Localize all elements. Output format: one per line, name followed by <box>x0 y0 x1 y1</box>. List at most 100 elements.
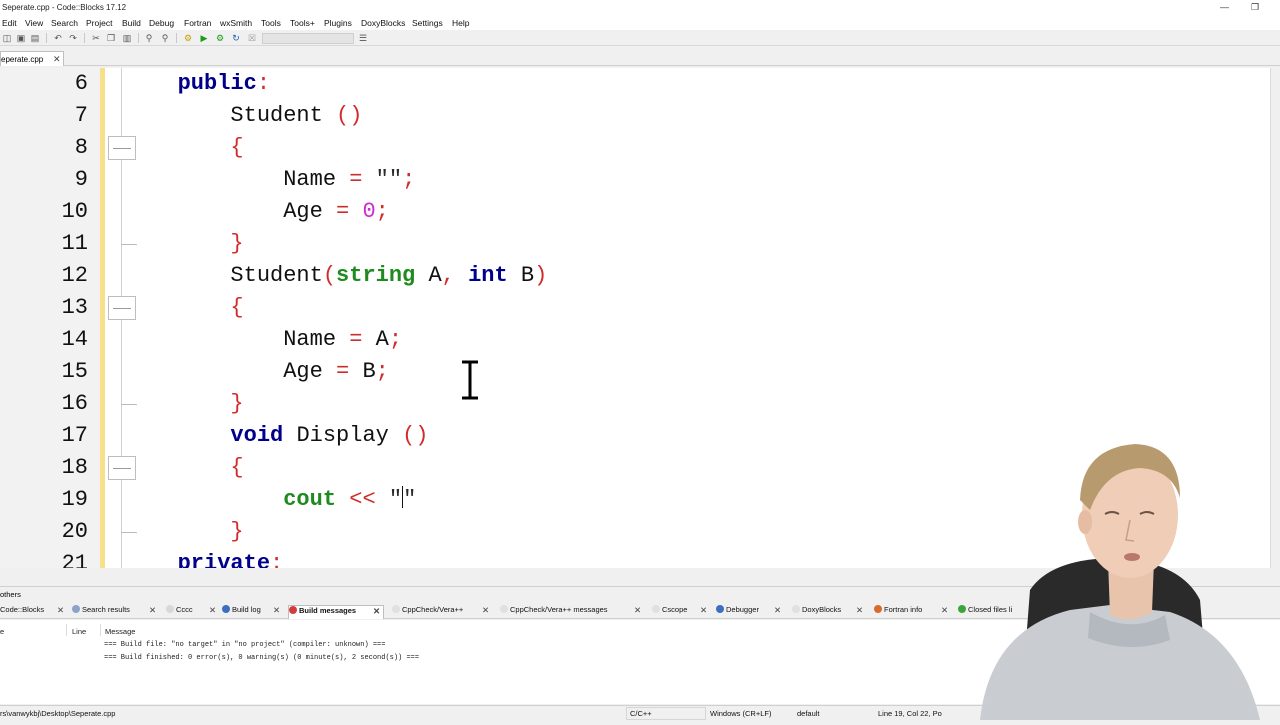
operator: << <box>349 487 376 512</box>
status-file-path: rs\vanwykbj\Desktop\Seperate.cpp <box>0 709 116 718</box>
operator: : <box>256 71 271 96</box>
tab-debugger[interactable]: Debugger ✕ <box>716 605 786 619</box>
tab-build-log[interactable]: Build log ✕ <box>222 605 282 619</box>
menu-project[interactable]: Project <box>86 18 112 28</box>
operator: } <box>230 391 244 416</box>
close-icon[interactable]: ✕ <box>482 605 489 616</box>
menu-build[interactable]: Build <box>122 18 141 28</box>
fold-end-marker <box>121 404 137 405</box>
rebuild-icon[interactable]: ↻ <box>231 33 241 43</box>
document-icon <box>392 605 400 613</box>
document-icon <box>652 605 660 613</box>
operator: { <box>230 455 244 480</box>
menu-plugins[interactable]: Plugins <box>324 18 352 28</box>
fold-toggle[interactable] <box>108 456 136 480</box>
build-target-combo[interactable] <box>262 33 354 44</box>
menu-view[interactable]: View <box>25 18 43 28</box>
close-icon[interactable]: ✕ <box>774 605 781 616</box>
run-icon[interactable]: ▶ <box>199 33 209 43</box>
find-icon[interactable]: ⚲ <box>144 33 154 43</box>
fold-toggle[interactable] <box>108 296 136 320</box>
save-all-icon[interactable]: ▤ <box>30 33 40 43</box>
close-icon[interactable]: ✕ <box>53 54 61 65</box>
code-text: Student () <box>138 100 362 132</box>
close-icon[interactable]: ✕ <box>57 605 64 616</box>
close-icon[interactable]: ✕ <box>149 605 156 616</box>
menu-tools[interactable]: Tools <box>261 18 281 28</box>
line-number: 13 <box>61 295 88 320</box>
show-select-target-icon[interactable]: ☰ <box>358 33 368 43</box>
code-line: 7 Student () <box>0 100 1270 132</box>
code-line: 6 public: <box>0 68 1270 100</box>
tab-doxyblocks[interactable]: DoxyBlocks ✕ <box>792 605 868 619</box>
column-header-message[interactable]: Message <box>105 627 135 636</box>
build-run-icon[interactable]: ⚙ <box>215 33 225 43</box>
menu-help[interactable]: Help <box>452 18 469 28</box>
identifier: Age <box>283 359 323 384</box>
close-icon[interactable]: ✕ <box>856 605 863 616</box>
abort-icon[interactable]: ☒ <box>247 33 257 43</box>
document-icon <box>874 605 882 613</box>
paste-icon[interactable]: ▥ <box>122 33 132 43</box>
save-icon[interactable]: ▣ <box>16 33 26 43</box>
window-title: Seperate.cpp - Code::Blocks 17.12 <box>2 3 127 12</box>
line-number: 14 <box>61 327 88 352</box>
close-icon[interactable]: ✕ <box>373 606 380 617</box>
fold-toggle[interactable] <box>108 136 136 160</box>
fold-end-marker <box>121 244 137 245</box>
identifier: B <box>520 263 535 288</box>
column-header-line[interactable]: Line <box>72 627 86 636</box>
line-number: 16 <box>61 391 88 416</box>
line-number: 17 <box>61 423 88 448</box>
identifier: Name <box>283 167 337 192</box>
shirt-shape <box>980 605 1260 720</box>
line-number: 15 <box>61 359 88 384</box>
undo-icon[interactable]: ↶ <box>53 33 63 43</box>
menu-tools-plus[interactable]: Tools+ <box>290 18 315 28</box>
file-tab-seperate-cpp[interactable]: eperate.cpp ✕ <box>0 51 64 66</box>
menu-edit[interactable]: Edit <box>2 18 17 28</box>
menu-doxyblocks[interactable]: DoxyBlocks <box>361 18 405 28</box>
operator: ; <box>402 167 416 192</box>
code-text: Age = 0; <box>138 196 389 228</box>
cut-icon[interactable]: ✂ <box>91 33 101 43</box>
toolbar-separator <box>84 33 85 43</box>
tab-label: Search results <box>82 605 130 614</box>
menu-wxsmith[interactable]: wxSmith <box>220 18 252 28</box>
code-text: } <box>138 228 243 260</box>
close-icon[interactable]: ✕ <box>634 605 641 616</box>
keyword: int <box>468 263 508 288</box>
line-number: 10 <box>61 199 88 224</box>
tab-cccc[interactable]: Cccc ✕ <box>166 605 218 619</box>
column-header-file[interactable]: e <box>0 627 4 636</box>
tab-label: Fortran info <box>884 605 923 614</box>
replace-icon[interactable]: ⚲ <box>160 33 170 43</box>
identifier: A <box>428 263 442 288</box>
list-item[interactable]: === Build finished: 0 error(s), 0 warnin… <box>104 654 419 662</box>
code-text: { <box>138 132 243 164</box>
open-icon[interactable]: ◫ <box>2 33 12 43</box>
tab-codeblocks[interactable]: Code::Blocks ✕ <box>0 605 66 619</box>
tab-cscope[interactable]: Cscope ✕ <box>652 605 712 619</box>
close-icon[interactable]: ✕ <box>209 605 216 616</box>
tab-label: Build messages <box>299 606 357 615</box>
menu-settings[interactable]: Settings <box>412 18 443 28</box>
redo-icon[interactable]: ↷ <box>68 33 78 43</box>
menu-fortran[interactable]: Fortran <box>184 18 211 28</box>
line-number: 8 <box>74 135 88 160</box>
build-icon[interactable]: ⚙ <box>183 33 193 43</box>
code-line: 14 Name = A; <box>0 324 1270 356</box>
line-number: 6 <box>74 71 88 96</box>
tab-search-results[interactable]: Search results ✕ <box>72 605 158 619</box>
menu-debug[interactable]: Debug <box>149 18 174 28</box>
list-item[interactable]: === Build file: "no target" in "no proje… <box>104 641 385 649</box>
tab-build-messages[interactable]: Build messages ✕ <box>288 605 384 619</box>
close-icon[interactable]: ✕ <box>273 605 280 616</box>
restore-icon[interactable]: ❐ <box>1251 2 1259 13</box>
tab-cppcheck-vera-messages[interactable]: CppCheck/Vera++ messages ✕ <box>500 605 646 619</box>
copy-icon[interactable]: ❐ <box>106 33 116 43</box>
minimize-icon[interactable]: — <box>1220 2 1229 12</box>
menu-search[interactable]: Search <box>51 18 78 28</box>
close-icon[interactable]: ✕ <box>700 605 707 616</box>
tab-cppcheck-vera[interactable]: CppCheck/Vera++ ✕ <box>392 605 492 619</box>
